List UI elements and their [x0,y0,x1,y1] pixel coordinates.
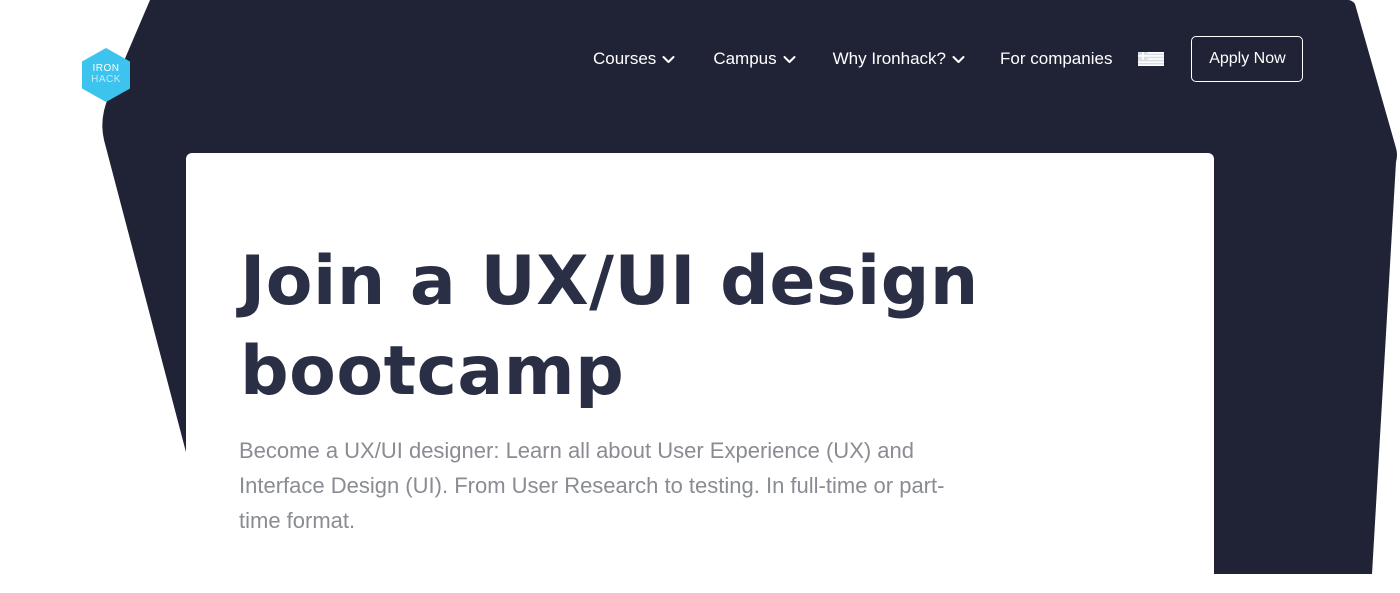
chevron-down-icon [783,55,796,63]
chevron-down-icon [662,55,675,63]
greece-flag-icon[interactable] [1138,52,1165,66]
logo-text-iron: IRON [92,63,120,74]
apply-now-button[interactable]: Apply Now [1191,36,1304,82]
chevron-down-icon [952,55,965,63]
nav-item-why-ironhack[interactable]: Why Ironhack? [833,49,965,69]
hero-description: Become a UX/UI designer: Learn all about… [239,438,945,533]
logo-wordmark: IRON HACK [80,63,132,85]
nav-item-label: Courses [593,49,657,68]
main-nav: Courses Campus Why Ironhack? For compani… [593,36,1304,82]
nav-item-for-companies[interactable]: For companies [1000,49,1112,69]
nav-item-campus[interactable]: Campus [713,49,796,69]
nav-item-label: For companies [1000,49,1113,68]
ironhack-logo[interactable]: IRON HACK [80,47,132,103]
nav-item-label: Why Ironhack? [832,49,947,68]
hero-card: Join a UX/UI design bootcamp Become a UX… [186,153,1214,593]
nav-item-courses[interactable]: Courses [593,49,675,69]
logo-text-hack: HACK [91,74,121,85]
nav-item-label: Campus [713,49,777,68]
hero-title: Join a UX/UI design bootcamp [240,242,979,411]
